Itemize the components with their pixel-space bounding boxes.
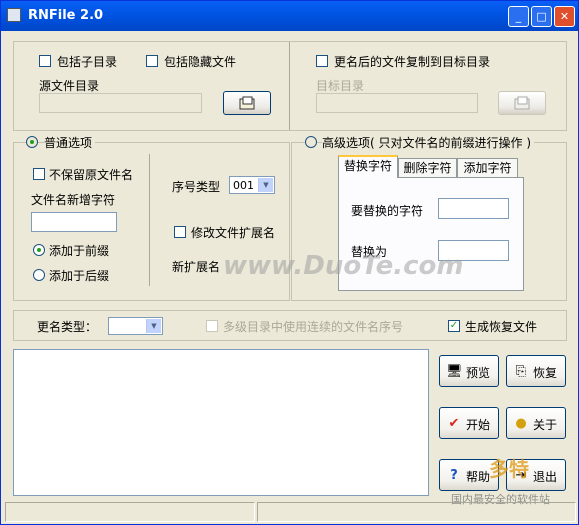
copy-to-target-label: 更名后的文件复制到目标目录 [334, 55, 491, 69]
lightbulb-icon: ● [515, 416, 527, 431]
about-button-label: 关于 [533, 418, 558, 432]
modify-ext-label: 修改文件扩展名 [191, 226, 276, 240]
folder-icon [239, 96, 255, 110]
advanced-options-note: ( 只对文件名的前缀进行操作 ) [370, 136, 532, 150]
seq-type-value: 001 [233, 179, 254, 192]
tab-replace-chars[interactable]: 替换字符 [338, 155, 398, 178]
logo-brand: 多特 [489, 457, 529, 481]
new-chars-input[interactable] [31, 212, 117, 232]
gen-restore-label: 生成恢复文件 [465, 320, 538, 334]
app-icon [7, 8, 21, 22]
normal-options-title: 普通选项 [44, 134, 96, 151]
browse-target-button[interactable] [498, 91, 546, 115]
target-dir-input[interactable] [316, 93, 478, 113]
add-suffix-radio[interactable] [33, 269, 45, 281]
preview-button[interactable]: 🖥 预览 [439, 355, 499, 387]
folder-icon [514, 96, 530, 110]
chevron-down-icon: ▼ [258, 178, 273, 192]
status-bar [5, 502, 576, 522]
source-dir-label: 源文件目录 [39, 79, 100, 93]
restore-button-label: 恢复 [533, 366, 558, 380]
start-button-label: 开始 [466, 418, 491, 432]
include-hidden-label: 包括隐藏文件 [164, 55, 237, 69]
status-cell-left [5, 502, 255, 522]
browse-source-button[interactable] [223, 91, 271, 115]
tab-add-chars[interactable]: 添加字符 [457, 158, 518, 178]
seq-type-select[interactable]: 001 ▼ [229, 176, 275, 194]
rename-type-select[interactable]: ▼ [108, 317, 163, 335]
new-chars-label: 文件名新增字符 [31, 193, 116, 207]
copy-to-target-checkbox[interactable] [316, 55, 328, 67]
checkmark-icon: ✔ [448, 416, 460, 431]
status-cell-right [257, 502, 576, 522]
seq-type-label: 序号类型 [172, 180, 221, 194]
title-bar[interactable]: RNFile 2.0 _ □ ✕ [1, 1, 578, 31]
add-prefix-radio[interactable] [33, 244, 45, 256]
replace-from-input[interactable] [438, 198, 509, 219]
source-dir-input[interactable] [39, 93, 202, 113]
replace-from-label: 要替换的字符 [351, 204, 424, 218]
main-window: RNFile 2.0 _ □ ✕ 包括子目录 包括隐藏文件 源文件目录 更名后的… [0, 0, 579, 525]
multi-dir-seq-checkbox[interactable] [206, 320, 218, 332]
minimize-button[interactable]: _ [508, 6, 529, 27]
not-keep-name-checkbox[interactable] [33, 168, 45, 180]
normal-options-divider [149, 154, 150, 286]
multi-dir-seq-label: 多级目录中使用连续的文件名序号 [223, 320, 404, 334]
file-list-area[interactable] [13, 349, 429, 496]
new-ext-label: 新扩展名 [172, 260, 221, 274]
tab-delete-chars[interactable]: 删除字符 [398, 158, 457, 178]
include-subdirs-checkbox[interactable] [39, 55, 51, 67]
target-dir-label: 目标目录 [316, 79, 365, 93]
monitor-icon: 🖥 [446, 364, 463, 379]
restore-button[interactable]: ⎘ 恢复 [506, 355, 566, 387]
watermark-text: www.DuoTe.com [223, 251, 464, 281]
about-button[interactable]: ● 关于 [506, 407, 566, 439]
gen-restore-checkbox[interactable]: ✓ [448, 320, 460, 332]
window-title: RNFile 2.0 [28, 8, 104, 23]
modify-ext-checkbox[interactable] [174, 226, 186, 238]
chevron-down-icon: ▼ [146, 319, 161, 333]
advanced-options-radio[interactable] [305, 136, 317, 148]
include-subdirs-label: 包括子目录 [57, 55, 118, 69]
start-button[interactable]: ✔ 开始 [439, 407, 499, 439]
include-hidden-checkbox[interactable] [146, 55, 158, 67]
directory-divider [289, 42, 290, 130]
restore-icon: ⎘ [515, 364, 527, 379]
advanced-options-label: 高级选项 [322, 136, 371, 150]
rename-type-label: 更名类型： [37, 320, 98, 334]
advanced-options-title: 高级选项( 只对文件名的前缀进行操作 ) [322, 134, 535, 151]
add-suffix-label: 添加于后缀 [49, 269, 110, 283]
not-keep-name-label: 不保留原文件名 [49, 168, 134, 182]
preview-button-label: 预览 [466, 366, 491, 380]
close-button[interactable]: ✕ [554, 6, 575, 27]
normal-options-radio[interactable] [26, 136, 38, 148]
maximize-button[interactable]: □ [531, 6, 552, 27]
add-prefix-label: 添加于前缀 [49, 244, 110, 258]
